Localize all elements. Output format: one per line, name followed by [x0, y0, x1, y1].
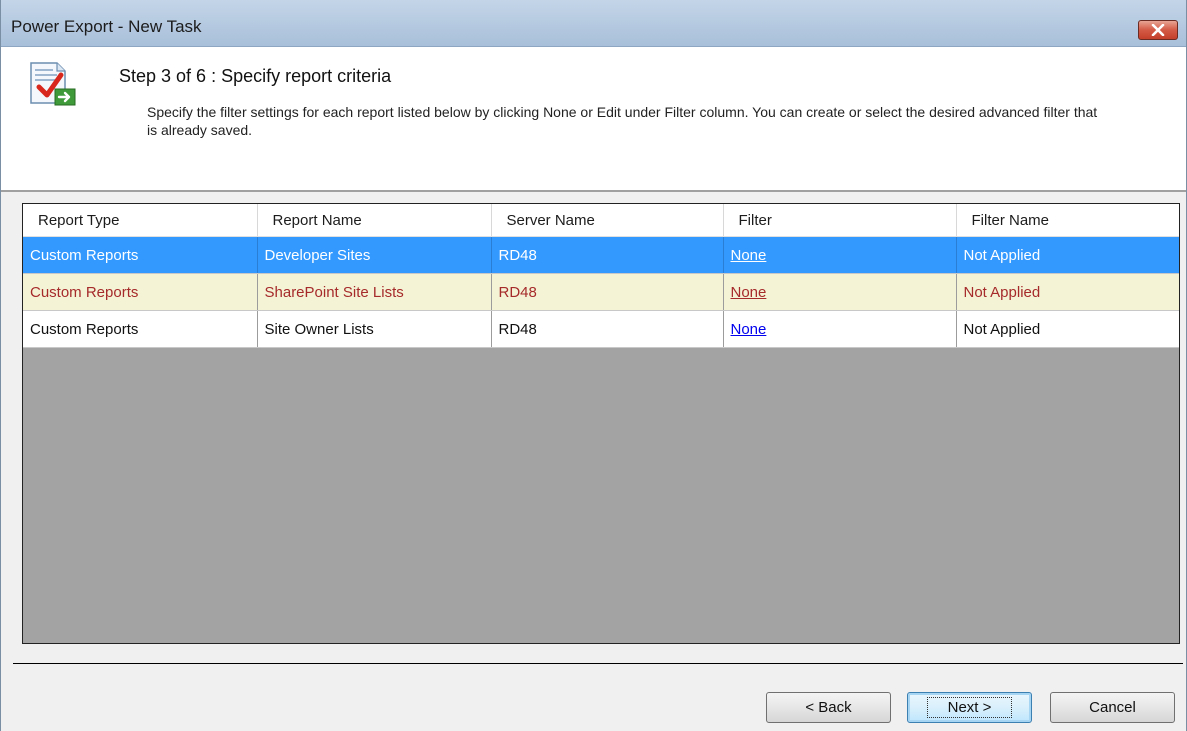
cancel-button[interactable]: Cancel: [1050, 692, 1175, 723]
table-row[interactable]: Custom Reports Developer Sites RD48 None…: [23, 236, 1179, 274]
close-icon: [1151, 24, 1165, 36]
cell-filter-name: Not Applied: [956, 236, 1179, 274]
column-header-report-type[interactable]: Report Type: [23, 204, 257, 237]
column-header-server-name[interactable]: Server Name: [490, 204, 723, 237]
column-header-filter-name[interactable]: Filter Name: [955, 204, 1179, 237]
filter-link[interactable]: None: [731, 321, 767, 338]
cell-report-name: Site Owner Lists: [257, 310, 492, 348]
report-check-icon: [30, 62, 76, 106]
cell-report-name: Developer Sites: [257, 236, 492, 274]
cell-report-type: Custom Reports: [23, 310, 258, 348]
footer-divider: [13, 663, 1183, 664]
report-table: Report Type Report Name Server Name Filt…: [23, 204, 1179, 348]
table-row[interactable]: Custom Reports Site Owner Lists RD48 Non…: [23, 310, 1179, 348]
filter-link[interactable]: None: [731, 284, 767, 301]
cell-report-name: SharePoint Site Lists: [257, 273, 492, 311]
wizard-window: Power Export - New Task Step 3 of 6 : Sp…: [0, 0, 1187, 731]
cell-server-name: RD48: [491, 310, 724, 348]
table-row[interactable]: Custom Reports SharePoint Site Lists RD4…: [23, 273, 1179, 311]
step-title: Step 3 of 6 : Specify report criteria: [119, 66, 392, 86]
report-grid[interactable]: Report Type Report Name Server Name Filt…: [22, 203, 1180, 644]
cell-server-name: RD48: [491, 273, 724, 311]
close-button[interactable]: [1138, 20, 1178, 40]
column-header-report-name[interactable]: Report Name: [256, 204, 491, 237]
cell-filter: None: [723, 310, 957, 348]
next-button[interactable]: Next >: [907, 692, 1032, 723]
filter-link[interactable]: None: [731, 247, 767, 264]
column-header-filter[interactable]: Filter: [722, 204, 956, 237]
cell-filter-name: Not Applied: [956, 310, 1179, 348]
step-description: Specify the filter settings for each rep…: [147, 104, 1098, 138]
window-title: Power Export - New Task: [11, 17, 202, 36]
back-button[interactable]: < Back: [766, 692, 891, 723]
cell-server-name: RD48: [491, 236, 724, 274]
cell-filter-name: Not Applied: [956, 273, 1179, 311]
wizard-header: Step 3 of 6 : Specify report criteria Sp…: [1, 47, 1186, 192]
cell-filter: None: [723, 236, 957, 274]
cell-report-type: Custom Reports: [23, 236, 258, 274]
cell-report-type: Custom Reports: [23, 273, 258, 311]
header-row: Report Type Report Name Server Name Filt…: [23, 204, 1179, 237]
title-bar[interactable]: Power Export - New Task: [1, 0, 1186, 47]
next-button-label: Next >: [926, 697, 1013, 718]
cell-filter: None: [723, 273, 957, 311]
